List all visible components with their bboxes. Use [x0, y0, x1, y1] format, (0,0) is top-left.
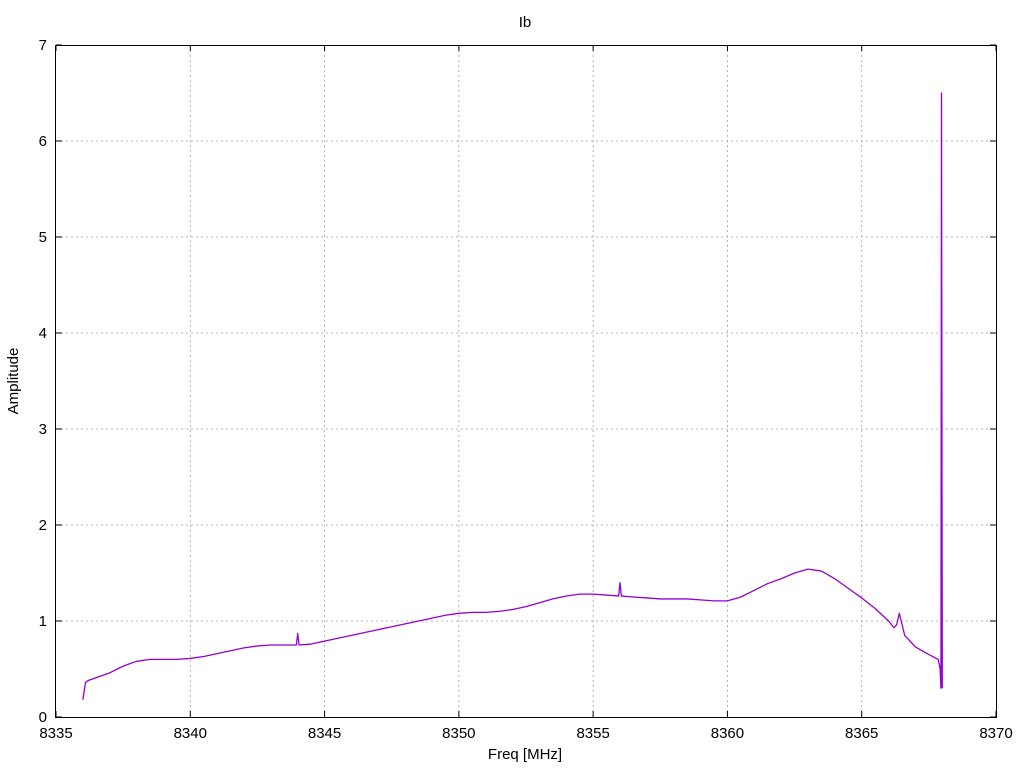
x-tick-label: 8345 [308, 725, 341, 742]
y-tick-label: 0 [39, 709, 47, 726]
x-tick-label: 8370 [979, 725, 1012, 742]
y-tick-label: 3 [39, 421, 47, 438]
plot-frame [55, 45, 997, 718]
series-line [82, 92, 943, 700]
y-tick-label: 1 [39, 613, 47, 630]
x-tick-labels: 8335 8340 8345 8350 8355 8360 8365 8370 [39, 725, 1012, 742]
y-tick-label: 5 [39, 229, 47, 246]
grid-lines [56, 45, 996, 717]
x-tick-label: 8350 [442, 725, 475, 742]
x-tick-label: 8365 [845, 725, 878, 742]
x-tick-label: 8335 [39, 725, 72, 742]
series-layer [82, 92, 943, 700]
axis-ticks [55, 44, 997, 718]
x-tick-label: 8355 [576, 725, 609, 742]
x-tick-label: 8340 [174, 725, 207, 742]
y-tick-labels: 0 1 2 3 4 5 6 7 [39, 37, 47, 726]
y-tick-label: 4 [39, 325, 47, 342]
y-axis-label: Amplitude [5, 348, 22, 415]
chart-title: Ib [519, 14, 532, 31]
y-tick-label: 2 [39, 517, 47, 534]
y-tick-label: 6 [39, 133, 47, 150]
x-axis-label: Freq [MHz] [488, 746, 562, 763]
y-tick-label: 7 [39, 37, 47, 54]
amplitude-line-chart: Ib 8335 8340 8345 8350 8355 8360 8365 8370 0 1 2 3… [5, 14, 1013, 763]
x-tick-label: 8360 [711, 725, 744, 742]
